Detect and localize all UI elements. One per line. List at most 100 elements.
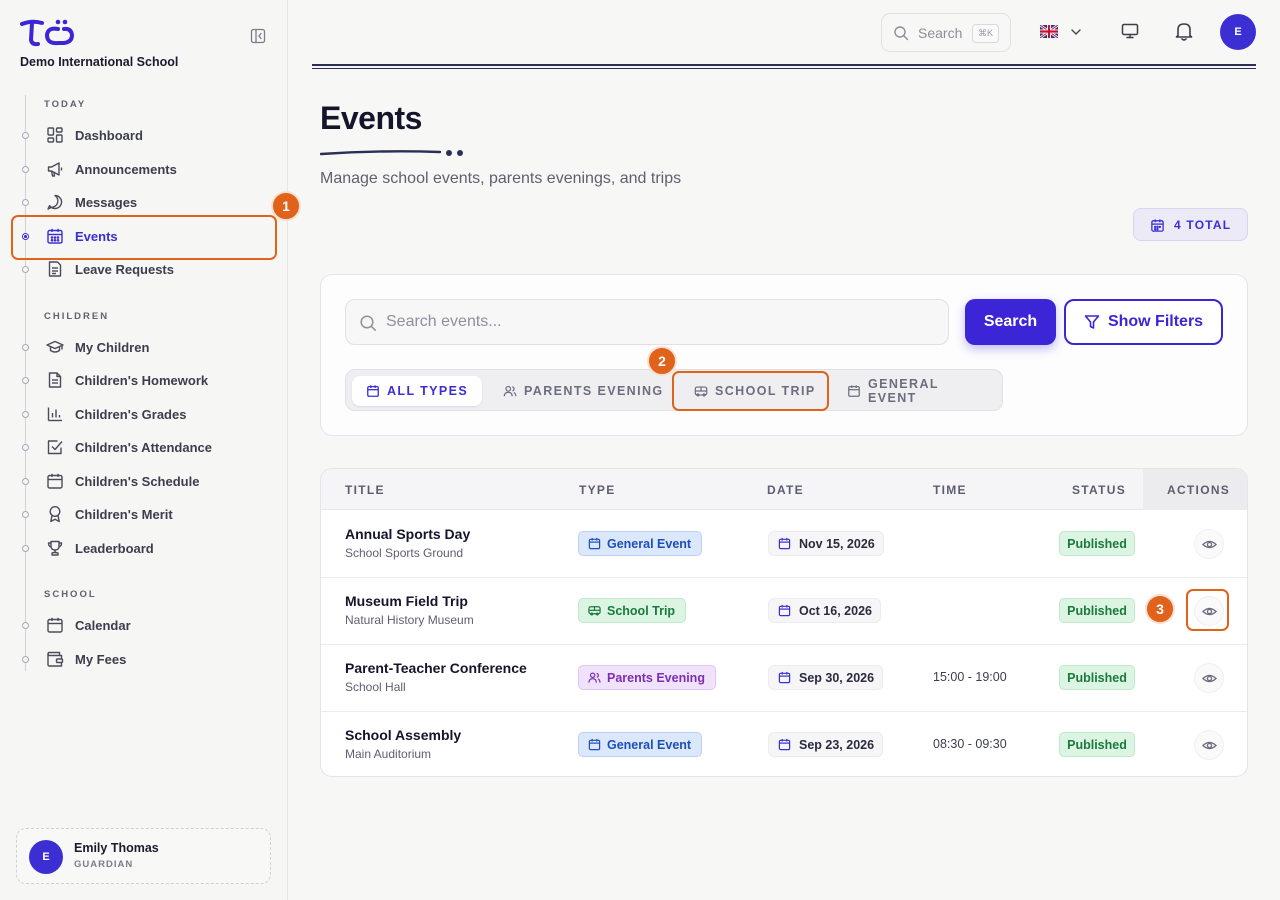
sidebar-item-childrens-schedule[interactable]: Children's Schedule [12, 464, 276, 498]
document-icon [48, 261, 62, 277]
sidebar-item-label: Leaderboard [75, 541, 154, 556]
search-icon [894, 26, 909, 41]
sidebar-item-dashboard[interactable]: Dashboard [12, 118, 276, 152]
school-name: Demo International School [20, 55, 179, 69]
tab-label: PARENTS EVENING [524, 384, 664, 398]
event-type-label: School Trip [607, 603, 676, 618]
eye-icon [1201, 607, 1217, 615]
sidebar-item-childrens-merit[interactable]: Children's Merit [12, 497, 276, 531]
top-avatar[interactable]: E [1220, 14, 1256, 50]
sidebar-item-childrens-attendance[interactable]: Children's Attendance [12, 430, 276, 464]
event-date: Sep 30, 2026 [768, 665, 884, 690]
tab-all-types[interactable]: ALL TYPES [352, 376, 483, 406]
user-role: GUARDIAN [74, 859, 134, 870]
event-date-label: Nov 15, 2026 [799, 536, 875, 551]
collapse-sidebar-icon[interactable] [250, 28, 266, 44]
nav-dot [22, 478, 29, 485]
nav-dot [22, 199, 29, 206]
global-search-button[interactable]: Search ⌘K [881, 13, 1011, 52]
sidebar-item-announcements[interactable]: Announcements [12, 152, 276, 186]
column-header-title[interactable]: TITLE [345, 483, 385, 497]
event-location: School Sports Ground [345, 546, 464, 560]
event-type-label: General Event [607, 536, 692, 551]
search-button[interactable]: Search [965, 299, 1056, 345]
calendar-icon [47, 617, 63, 633]
event-date: Nov 15, 2026 [768, 531, 884, 556]
event-time: 15:00 - 19:00 [933, 670, 1007, 684]
tab-parents-evening[interactable]: PARENTS EVENING [489, 376, 678, 406]
table-row[interactable]: Museum Field Trip Natural History Museum… [321, 578, 1247, 645]
step-badge-1: 1 [271, 191, 301, 221]
nav-dot [22, 444, 29, 451]
users-icon [588, 672, 601, 683]
nav-dot [22, 266, 29, 273]
chevron-down-icon[interactable] [1069, 25, 1083, 39]
tab-general-event[interactable]: GENERAL EVENT [833, 376, 1002, 406]
sidebar-item-my-children[interactable]: My Children [12, 330, 276, 364]
section-label-children: CHILDREN [44, 311, 110, 322]
page-title: Events [320, 100, 422, 136]
status-badge: Published [1059, 665, 1135, 690]
nav-dot-active [22, 233, 29, 240]
table-header: TITLE TYPE DATE TIME STATUS ACTIONS [321, 469, 1247, 510]
status-badge: Published [1059, 531, 1135, 556]
event-title: Museum Field Trip [345, 593, 468, 609]
nav-dot [22, 344, 29, 351]
user-name: Emily Thomas [74, 841, 159, 855]
calendar-icon [588, 537, 601, 550]
sidebar-item-label: Calendar [75, 618, 131, 633]
user-profile-card[interactable]: E Emily Thomas GUARDIAN [16, 828, 271, 884]
view-event-button[interactable] [1194, 529, 1224, 559]
table-row[interactable]: Parent-Teacher Conference School Hall Pa… [321, 645, 1247, 712]
monitor-icon[interactable] [1121, 22, 1139, 40]
event-type-badge: Parents Evening [578, 665, 716, 690]
user-avatar: E [29, 840, 63, 874]
event-search-field[interactable] [345, 299, 949, 345]
table-row[interactable]: School Assembly Main Auditorium General … [321, 712, 1247, 776]
event-location: Main Auditorium [345, 747, 432, 761]
sidebar-item-leaderboard[interactable]: Leaderboard [12, 531, 276, 565]
sidebar: Demo International School TODAY Dashboar… [0, 0, 301, 900]
show-filters-button[interactable]: Show Filters [1064, 299, 1223, 345]
tab-label: SCHOOL TRIP [715, 384, 816, 398]
tab-label: GENERAL EVENT [868, 377, 939, 405]
sidebar-item-leave-requests[interactable]: Leave Requests [12, 252, 276, 286]
calendar-icon [778, 671, 791, 684]
bell-icon[interactable] [1173, 20, 1195, 42]
table-row[interactable]: Annual Sports Day School Sports Ground G… [321, 511, 1247, 578]
total-count-text: 4 TOTAL [1174, 218, 1232, 232]
section-label-school: SCHOOL [44, 589, 97, 600]
calendar-icon [848, 385, 860, 397]
tab-school-trip[interactable]: SCHOOL TRIP [680, 376, 830, 406]
sidebar-item-childrens-grades[interactable]: Children's Grades [12, 397, 276, 431]
view-event-button[interactable] [1194, 596, 1224, 626]
sidebar-item-childrens-homework[interactable]: Children's Homework [12, 363, 276, 397]
search-shortcut: ⌘K [972, 24, 999, 43]
view-event-button[interactable] [1194, 663, 1224, 693]
sidebar-item-label: Children's Attendance [75, 440, 212, 455]
view-event-button[interactable] [1194, 730, 1224, 760]
event-time: 08:30 - 09:30 [933, 737, 1007, 751]
event-search-input[interactable] [386, 300, 941, 344]
uk-flag-icon[interactable] [1040, 25, 1058, 38]
event-date: Oct 16, 2026 [768, 598, 881, 623]
dashboard-icon [47, 127, 63, 143]
event-date: Sep 23, 2026 [768, 732, 884, 757]
column-header-status[interactable]: STATUS [1072, 483, 1126, 497]
search-icon [360, 315, 376, 331]
column-header-time[interactable]: TIME [933, 483, 967, 497]
checkbox-icon [47, 440, 63, 455]
column-header-type[interactable]: TYPE [579, 483, 616, 497]
tab-label: ALL TYPES [387, 384, 469, 398]
section-label-today: TODAY [44, 99, 87, 110]
column-header-actions: ACTIONS [1167, 483, 1231, 497]
column-header-date[interactable]: DATE [767, 483, 804, 497]
event-date-label: Oct 16, 2026 [799, 603, 872, 618]
sidebar-item-messages[interactable]: Messages [12, 185, 276, 219]
sidebar-item-my-fees[interactable]: My Fees [12, 642, 276, 676]
calendar-icon [588, 738, 601, 751]
sidebar-item-calendar[interactable]: Calendar [12, 608, 276, 642]
sidebar-item-events[interactable]: Events [12, 219, 276, 253]
event-type-badge: School Trip [578, 598, 687, 623]
award-icon [49, 505, 61, 523]
